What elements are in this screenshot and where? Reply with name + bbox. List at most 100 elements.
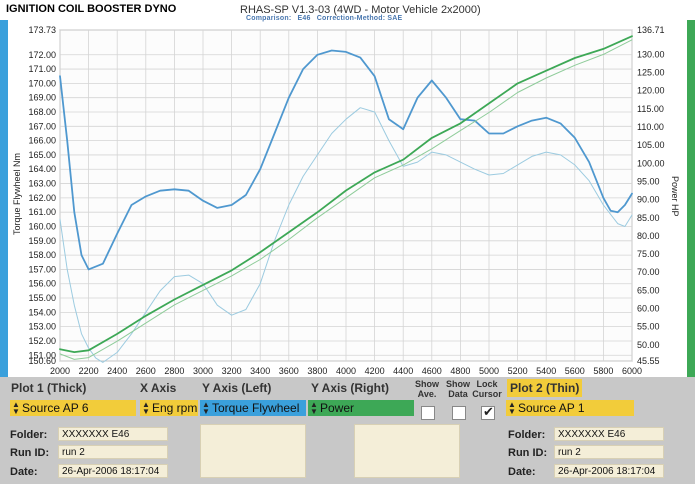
spinner-arrows-icon: ▲ ▼ — [508, 400, 516, 416]
spinner-arrows-icon: ▲ ▼ — [202, 400, 210, 416]
plot1-source-select[interactable]: ▲ ▼ Source AP 6 — [10, 400, 136, 416]
x-tick-label: 4800 — [450, 366, 470, 376]
spinner-arrows-icon: ▲ ▼ — [142, 400, 150, 416]
y-axis-right-label: Power HP — [670, 176, 680, 217]
x-tick-label: 2600 — [136, 366, 156, 376]
y-left-tick-label: 153.00 — [28, 322, 56, 332]
plot1-date-label: Date: — [10, 466, 38, 478]
y-left-tick-label: 152.00 — [28, 336, 56, 346]
y-left-tick-label: 168.00 — [28, 107, 56, 117]
x-tick-label: 4400 — [393, 366, 413, 376]
plot2-folder-label: Folder: — [508, 429, 546, 441]
y-left-tick-label: 157.00 — [28, 264, 56, 274]
left-axis-ticks: 173.73 172.00 171.00 170.00 169.00 168.00 167.… — [28, 25, 56, 366]
plot1-source-value: Source AP 6 — [22, 401, 89, 415]
plot2-label: Plot 2 (Thin) — [507, 379, 583, 397]
y-left-tick-label: 165.00 — [28, 150, 56, 160]
y-right-tick-label: 50.00 — [637, 340, 660, 350]
plot2-source-select[interactable]: ▲ ▼ Source AP 1 — [506, 400, 634, 416]
y-axis-left-value: Torque Flywheel — [212, 401, 300, 415]
y-left-tick-label: 150.60 — [28, 356, 56, 366]
plot1-folder-value: XXXXXXX E46 — [58, 427, 168, 441]
x-tick-label: 4600 — [422, 366, 442, 376]
x-tick-label: 6000 — [622, 366, 642, 376]
plot1-date-value: 26-Apr-2006 18:17:04 — [58, 464, 168, 478]
y-right-tick-label: 90.00 — [637, 195, 660, 205]
x-tick-label: 2200 — [79, 366, 99, 376]
show-data-label: Show Data — [446, 379, 470, 399]
plot2-runid-value: run 2 — [554, 445, 664, 459]
right-color-bar — [687, 20, 695, 377]
plot1-runid-label: Run ID: — [10, 447, 50, 459]
x-axis-select[interactable]: ▲ ▼ Eng rpm — [140, 400, 198, 416]
x-tick-label: 2400 — [107, 366, 127, 376]
x-tick-label: 2000 — [50, 366, 70, 376]
dyno-chart[interactable]: 173.73 172.00 171.00 170.00 169.00 168.00 167.… — [0, 20, 695, 377]
y-left-tick-label: 155.00 — [28, 293, 56, 303]
y-axis-left-select-label: Y Axis (Left) — [202, 381, 272, 395]
x-tick-label: 3800 — [307, 366, 327, 376]
plot2-source-value: Source AP 1 — [518, 401, 585, 415]
y-left-tick-label: 162.00 — [28, 193, 56, 203]
y-left-tick-label: 156.00 — [28, 279, 56, 289]
y-right-tick-label: 55.00 — [637, 322, 660, 332]
x-tick-label: 3600 — [279, 366, 299, 376]
plot1-label: Plot 1 (Thick) — [11, 381, 87, 395]
y-right-tick-label: 110.00 — [637, 122, 664, 132]
x-tick-label: 4200 — [365, 366, 385, 376]
x-tick-label: 3200 — [222, 366, 242, 376]
y-left-tick-label: 169.00 — [28, 93, 56, 103]
show-ave-label: Show Ave. — [415, 379, 439, 399]
x-tick-label: 5800 — [593, 366, 613, 376]
y-left-tick-label: 170.00 — [28, 78, 56, 88]
lock-cursor-checkbox[interactable] — [481, 404, 495, 420]
y-left-tick-label: 161.00 — [28, 207, 56, 217]
y-right-tick-label: 70.00 — [637, 267, 660, 277]
y-right-tick-label: 125.00 — [637, 68, 665, 78]
x-tick-label: 5000 — [479, 366, 499, 376]
y-right-tick-label: 136.71 — [637, 25, 665, 35]
control-panel: Plot 1 (Thick) X Axis Y Axis (Left) Y Ax… — [0, 377, 695, 484]
y-left-tick-label: 159.00 — [28, 236, 56, 246]
x-tick-label: 3400 — [250, 366, 270, 376]
y-right-tick-label: 65.00 — [637, 285, 660, 295]
plot2-runid-label: Run ID: — [508, 447, 548, 459]
plot2-date-value: 26-Apr-2006 18:17:04 — [554, 464, 664, 478]
x-axis-label: X Axis — [140, 381, 177, 395]
plot1-folder-label: Folder: — [10, 429, 48, 441]
x-tick-label: 4000 — [336, 366, 356, 376]
x-tick-label: 5200 — [508, 366, 528, 376]
y-right-tick-label: 45.55 — [637, 356, 660, 366]
plot1-notes-box[interactable] — [200, 424, 306, 478]
y-right-tick-label: 75.00 — [637, 249, 660, 259]
right-axis-ticks: 136.71 130.00 125.00 120.00 115.00 110.00 105.… — [637, 25, 665, 366]
x-tick-label: 5400 — [536, 366, 556, 376]
plot2-folder-value: XXXXXXX E46 — [554, 427, 664, 441]
y-left-tick-label: 164.00 — [28, 164, 56, 174]
y-left-tick-label: 160.00 — [28, 221, 56, 231]
y-left-tick-label: 163.00 — [28, 179, 56, 189]
y-right-tick-label: 105.00 — [637, 140, 665, 150]
plot2-notes-box[interactable] — [354, 424, 460, 478]
show-ave-checkbox[interactable] — [421, 406, 435, 420]
spinner-arrows-icon: ▲ ▼ — [12, 400, 20, 416]
y-left-tick-label: 166.00 — [28, 136, 56, 146]
y-right-tick-label: 60.00 — [637, 304, 660, 314]
y-left-tick-label: 171.00 — [28, 64, 56, 74]
y-axis-right-select-label: Y Axis (Right) — [311, 381, 390, 395]
x-axis-value: Eng rpm — [152, 401, 198, 415]
y-right-tick-label: 115.00 — [637, 104, 664, 114]
y-axis-left-select[interactable]: ▲ ▼ Torque Flywheel — [200, 400, 306, 416]
x-tick-label: 3000 — [193, 366, 213, 376]
y-right-tick-label: 120.00 — [637, 86, 665, 96]
x-tick-label: 5600 — [565, 366, 585, 376]
y-left-tick-label: 173.73 — [28, 25, 56, 35]
y-right-tick-label: 100.00 — [637, 158, 665, 168]
y-axis-right-select[interactable]: ▲ ▼ Power — [308, 400, 414, 416]
y-axis-right-value: Power — [320, 401, 355, 415]
y-left-tick-label: 167.00 — [28, 121, 56, 131]
show-data-checkbox[interactable] — [452, 406, 466, 420]
y-right-tick-label: 85.00 — [637, 213, 660, 223]
y-right-tick-label: 80.00 — [637, 231, 660, 241]
x-axis-ticks: 2000 2200 2400 2600 2800 3000 3200 3400 3600 3800… — [50, 366, 642, 376]
